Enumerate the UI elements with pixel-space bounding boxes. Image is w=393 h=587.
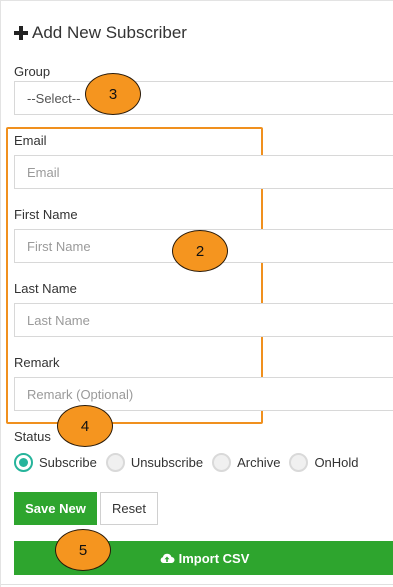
remark-label: Remark	[14, 355, 60, 370]
radio-archive-label[interactable]: Archive	[237, 455, 280, 470]
status-radio-group: Subscribe Unsubscribe Archive OnHold	[14, 451, 368, 473]
plus-icon	[14, 26, 28, 40]
radio-onhold-label[interactable]: OnHold	[314, 455, 358, 470]
cloud-upload-icon	[160, 553, 175, 563]
radio-unsubscribe[interactable]	[105, 452, 125, 472]
radio-onhold[interactable]	[289, 452, 309, 472]
group-select[interactable]: --Select--	[14, 81, 393, 115]
add-subscriber-form: Add New Subscriber Group --Select-- Emai…	[0, 0, 393, 587]
radio-subscribe[interactable]	[14, 452, 33, 472]
marker-2: 2	[172, 230, 228, 272]
form-title: Add New Subscriber	[14, 23, 187, 43]
group-label: Group	[14, 64, 51, 79]
reset-button[interactable]: Reset	[100, 492, 158, 525]
group-select-value: --Select--	[27, 90, 81, 106]
last-name-placeholder: Last Name	[27, 312, 90, 328]
last-name-field[interactable]: Last Name	[14, 303, 393, 337]
email-label: Email	[14, 133, 47, 148]
first-name-placeholder: First Name	[27, 238, 91, 254]
radio-unsubscribe-label[interactable]: Unsubscribe	[131, 455, 203, 470]
marker-5: 5	[55, 529, 111, 571]
email-field[interactable]: Email	[14, 155, 393, 189]
remark-field[interactable]: Remark (Optional)	[14, 377, 393, 411]
radio-archive[interactable]	[212, 452, 232, 472]
first-name-label: First Name	[14, 207, 78, 222]
marker-3: 3	[85, 73, 141, 115]
radio-subscribe-label[interactable]: Subscribe	[39, 455, 97, 470]
last-name-label: Last Name	[14, 281, 77, 296]
divider	[1, 584, 393, 585]
remark-placeholder: Remark (Optional)	[27, 386, 134, 402]
save-new-button[interactable]: Save New	[14, 492, 97, 525]
status-label: Status	[14, 429, 51, 444]
import-csv-label: Import CSV	[178, 550, 250, 566]
form-title-text: Add New Subscriber	[32, 23, 187, 42]
email-placeholder: Email	[27, 164, 60, 180]
marker-4: 4	[57, 405, 113, 447]
